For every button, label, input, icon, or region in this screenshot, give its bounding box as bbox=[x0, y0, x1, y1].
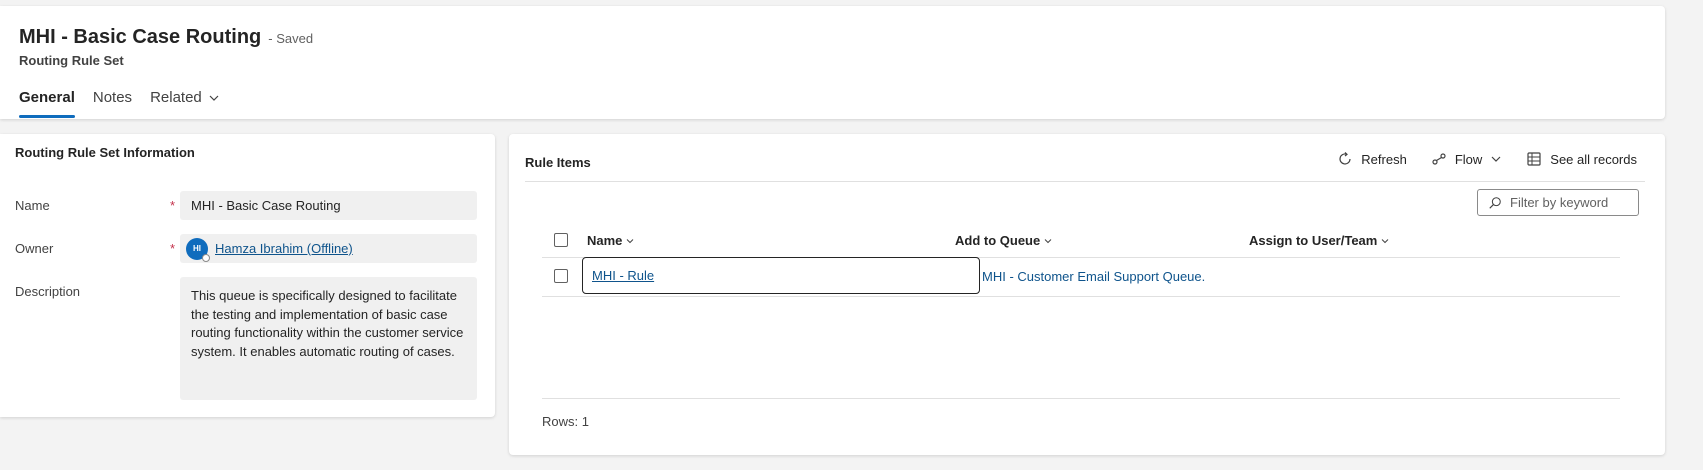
tab-notes-label: Notes bbox=[92, 89, 133, 106]
refresh-icon bbox=[1339, 152, 1351, 165]
refresh-button[interactable]: Refresh bbox=[1337, 151, 1407, 167]
required-indicator: * bbox=[170, 241, 176, 256]
refresh-label: Refresh bbox=[1361, 151, 1407, 167]
avatar: HI bbox=[186, 237, 210, 262]
rule-items-section: Rule Items Refresh Flow See all records … bbox=[509, 134, 1665, 455]
tab-general[interactable]: General bbox=[19, 82, 75, 118]
tab-general-label: General bbox=[19, 89, 75, 106]
table-row[interactable]: MHI - Rule MHI - Customer Email Support … bbox=[542, 257, 1620, 297]
column-header-assign[interactable]: Assign to User/Team bbox=[1249, 233, 1389, 248]
flow-label: Flow bbox=[1454, 151, 1483, 167]
chevron-down-icon bbox=[1044, 238, 1052, 243]
row-name-link[interactable]: MHI - Rule bbox=[592, 268, 654, 283]
divider bbox=[542, 398, 1620, 399]
column-header-name[interactable]: Name bbox=[587, 233, 634, 248]
name-label: Name bbox=[15, 198, 50, 213]
name-value: MHI - Basic Case Routing bbox=[191, 198, 341, 213]
presence-icon bbox=[202, 253, 210, 262]
required-indicator: * bbox=[170, 198, 176, 213]
column-name-label: Name bbox=[587, 233, 623, 248]
entity-name: Routing Rule Set bbox=[19, 53, 124, 68]
save-status: - Saved bbox=[268, 31, 314, 46]
flow-button[interactable]: Flow bbox=[1431, 151, 1502, 167]
rows-count: Rows: 1 bbox=[542, 414, 589, 429]
avatar-initials: HI bbox=[193, 244, 201, 253]
filter-input[interactable] bbox=[1508, 194, 1632, 211]
command-bar: Refresh Flow See all records bbox=[1337, 151, 1637, 167]
tab-related-label: Related bbox=[150, 89, 202, 106]
title-row: MHI - Basic Case Routing - Saved bbox=[19, 26, 313, 49]
chevron-down-icon bbox=[1491, 156, 1501, 162]
row-queue-link[interactable]: MHI - Customer Email Support Queue. bbox=[982, 269, 1205, 284]
description-label: Description bbox=[15, 284, 81, 299]
tab-notes[interactable]: Notes bbox=[93, 82, 132, 118]
flow-icon bbox=[1432, 153, 1446, 165]
column-queue-label: Add to Queue bbox=[955, 233, 1041, 248]
grid-header: Name Add to Queue Assign to User/Team bbox=[542, 226, 1620, 258]
info-section: Routing Rule Set Information Name * MHI … bbox=[0, 134, 495, 417]
subgrid-title: Rule Items bbox=[525, 155, 591, 170]
owner-link[interactable]: Hamza Ibrahim (Offline) bbox=[215, 241, 353, 256]
chevron-down-icon bbox=[1382, 238, 1389, 243]
filter-box[interactable] bbox=[1477, 189, 1639, 216]
form-header: MHI - Basic Case Routing - Saved Routing… bbox=[0, 6, 1665, 119]
owner-field[interactable]: HI Hamza Ibrahim (Offline) bbox=[180, 234, 477, 263]
see-all-label: See all records bbox=[1550, 151, 1637, 167]
row-name-cell[interactable]: MHI - Rule bbox=[582, 257, 980, 294]
see-all-records-button[interactable]: See all records bbox=[1526, 151, 1637, 167]
divider bbox=[525, 181, 1645, 182]
tab-list: General Notes Related bbox=[19, 82, 238, 118]
chevron-down-icon bbox=[627, 238, 634, 243]
description-field[interactable]: This queue is specifically designed to f… bbox=[180, 277, 477, 400]
column-assign-label: Assign to User/Team bbox=[1249, 233, 1378, 248]
section-title: Routing Rule Set Information bbox=[15, 145, 195, 160]
chevron-down-icon bbox=[209, 95, 219, 101]
search-icon bbox=[1489, 196, 1501, 209]
select-all-checkbox[interactable] bbox=[554, 233, 568, 247]
tab-related[interactable]: Related bbox=[150, 82, 220, 118]
row-checkbox[interactable] bbox=[554, 269, 568, 283]
name-field[interactable]: MHI - Basic Case Routing bbox=[180, 191, 477, 220]
owner-label: Owner bbox=[15, 241, 54, 256]
record-title: MHI - Basic Case Routing bbox=[19, 26, 262, 48]
column-header-queue[interactable]: Add to Queue bbox=[955, 233, 1052, 248]
grid-icon bbox=[1527, 152, 1541, 166]
description-value: This queue is specifically designed to f… bbox=[191, 288, 464, 359]
